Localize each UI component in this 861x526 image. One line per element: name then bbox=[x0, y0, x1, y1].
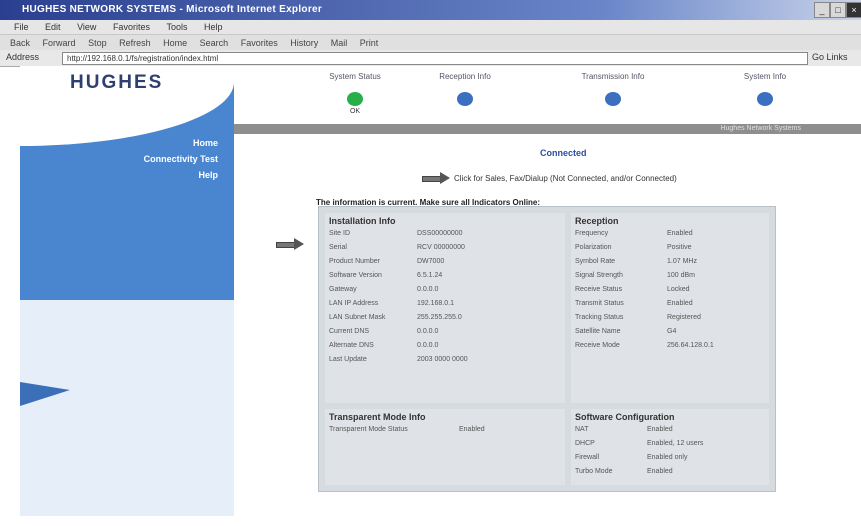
nav-reception-info-label: Reception Info bbox=[439, 72, 491, 81]
arrow-icon bbox=[422, 172, 450, 184]
menu-file[interactable]: File bbox=[14, 20, 29, 34]
table-row: Turbo Mode Enabled bbox=[575, 468, 673, 475]
home-button[interactable]: Home bbox=[163, 35, 187, 51]
table-row: Product Number DW7000 bbox=[329, 258, 445, 265]
table-row: DHCP Enabled, 12 users bbox=[575, 440, 704, 447]
nav-system-info[interactable]: System Info bbox=[720, 72, 810, 108]
table-row: Symbol Rate 1.07 MHz bbox=[575, 258, 697, 265]
back-button[interactable]: Back bbox=[10, 35, 30, 51]
minimize-icon[interactable]: _ bbox=[814, 2, 830, 18]
installation-info-title: Installation Info bbox=[329, 216, 396, 226]
table-row: Satellite Name G4 bbox=[575, 328, 677, 335]
print-button[interactable]: Print bbox=[360, 35, 379, 51]
go-button[interactable]: Go Links bbox=[812, 52, 848, 62]
nav-transmission-info-label: Transmission Info bbox=[581, 72, 645, 81]
status-note-link[interactable]: Click for Sales, Fax/Dialup (Not Connect… bbox=[454, 174, 677, 183]
system-info-icon bbox=[757, 92, 773, 106]
address-label: Address bbox=[6, 52, 40, 62]
reception-title: Reception bbox=[575, 216, 619, 226]
sidebar-link-home[interactable]: Home bbox=[100, 138, 218, 148]
refresh-button[interactable]: Refresh bbox=[119, 35, 151, 51]
reception-icon bbox=[457, 92, 473, 106]
history-button[interactable]: History bbox=[290, 35, 318, 51]
status-nav: System Status OK Reception Info Transmis… bbox=[310, 72, 850, 122]
transmission-icon bbox=[605, 92, 621, 106]
address-input[interactable]: http://192.168.0.1/fs/registration/index… bbox=[62, 52, 808, 65]
connection-status-title: Connected bbox=[540, 148, 587, 158]
status-ok-icon bbox=[347, 92, 363, 106]
nav-transmission-info[interactable]: Transmission Info bbox=[568, 72, 658, 108]
table-row: NAT Enabled bbox=[575, 426, 673, 433]
table-row: Tracking Status Registered bbox=[575, 314, 701, 321]
address-bar: Address http://192.168.0.1/fs/registrati… bbox=[0, 50, 861, 67]
maximize-icon[interactable]: □ bbox=[830, 2, 846, 18]
transparent-mode-title: Transparent Mode Info bbox=[329, 412, 426, 422]
favorites-button[interactable]: Favorites bbox=[241, 35, 278, 51]
stop-button[interactable]: Stop bbox=[88, 35, 107, 51]
sidebar-link-help[interactable]: Help bbox=[100, 170, 218, 180]
nav-reception-info[interactable]: Reception Info bbox=[420, 72, 510, 108]
table-row: Current DNS 0.0.0.0 bbox=[329, 328, 439, 335]
table-row: Gateway 0.0.0.0 bbox=[329, 286, 439, 293]
menu-tools[interactable]: Tools bbox=[166, 20, 187, 34]
menu-view[interactable]: View bbox=[77, 20, 96, 34]
forward-button[interactable]: Forward bbox=[43, 35, 76, 51]
table-row: Signal Strength 100 dBm bbox=[575, 272, 696, 279]
table-row: Receive Mode 256.64.128.0.1 bbox=[575, 342, 714, 349]
header-divider-bar: Hughes Network Systems bbox=[234, 124, 861, 134]
info-panel: Installation Info Site ID DSS00000000 Ser… bbox=[318, 206, 776, 492]
table-row: Receive Status Locked bbox=[575, 286, 690, 293]
transparent-mode-section: Transparent Mode Info Transparent Mode S… bbox=[325, 409, 565, 485]
table-row: Transparent Mode Status Enabled bbox=[329, 426, 485, 433]
browser-toolbar: Back Forward Stop Refresh Home Search Fa… bbox=[0, 34, 861, 51]
hughes-logo: HUGHES bbox=[70, 72, 164, 93]
table-row: Serial RCV 00000000 bbox=[329, 244, 465, 251]
table-row: Alternate DNS 0.0.0.0 bbox=[329, 342, 439, 349]
table-row: Polarization Positive bbox=[575, 244, 692, 251]
search-button[interactable]: Search bbox=[200, 35, 229, 51]
nav-system-info-label: System Info bbox=[743, 72, 787, 81]
sidebar-lower-panel bbox=[20, 300, 234, 516]
table-row: Site ID DSS00000000 bbox=[329, 230, 463, 237]
software-configuration-title: Software Configuration bbox=[575, 412, 675, 422]
sidebar-nav: Home Connectivity Test Help bbox=[100, 138, 218, 186]
menu-favorites[interactable]: Favorites bbox=[113, 20, 150, 34]
go-label: Go bbox=[812, 52, 825, 62]
table-row: Last Update 2003 0000 0000 bbox=[329, 356, 468, 363]
menu-bar: File Edit View Favorites Tools Help bbox=[0, 20, 861, 34]
window-title-bar: HUGHES NETWORK SYSTEMS - Microsoft Inter… bbox=[0, 0, 861, 20]
nav-system-status[interactable]: System Status OK bbox=[310, 72, 400, 115]
menu-help[interactable]: Help bbox=[204, 20, 223, 34]
nav-system-status-label: System Status bbox=[329, 72, 381, 81]
table-row: Software Version 6.5.1.24 bbox=[329, 272, 443, 279]
table-row: Transmit Status Enabled bbox=[575, 300, 693, 307]
header-divider-text: Hughes Network Systems bbox=[720, 125, 801, 132]
table-row: Firewall Enabled only bbox=[575, 454, 688, 461]
sidebar-link-connectivity-test[interactable]: Connectivity Test bbox=[100, 154, 218, 164]
table-row: Frequency Enabled bbox=[575, 230, 693, 237]
software-configuration-section: Software Configuration NAT Enabled DHCP En… bbox=[571, 409, 769, 485]
sidebar-wedge-decoration bbox=[20, 382, 70, 406]
reception-section: Reception Frequency Enabled Polarization P… bbox=[571, 213, 769, 403]
arrow-icon bbox=[276, 238, 304, 250]
mail-button[interactable]: Mail bbox=[331, 35, 348, 51]
menu-edit[interactable]: Edit bbox=[45, 20, 61, 34]
installation-info-section: Installation Info Site ID DSS00000000 Ser… bbox=[325, 213, 565, 403]
nav-system-status-value: OK bbox=[349, 108, 361, 115]
close-icon[interactable]: × bbox=[846, 2, 861, 18]
window-title: HUGHES NETWORK SYSTEMS - Microsoft Inter… bbox=[22, 4, 323, 15]
table-row: LAN IP Address 192.168.0.1 bbox=[329, 300, 454, 307]
links-label[interactable]: Links bbox=[827, 52, 848, 62]
table-row: LAN Subnet Mask 255.255.255.0 bbox=[329, 314, 462, 321]
